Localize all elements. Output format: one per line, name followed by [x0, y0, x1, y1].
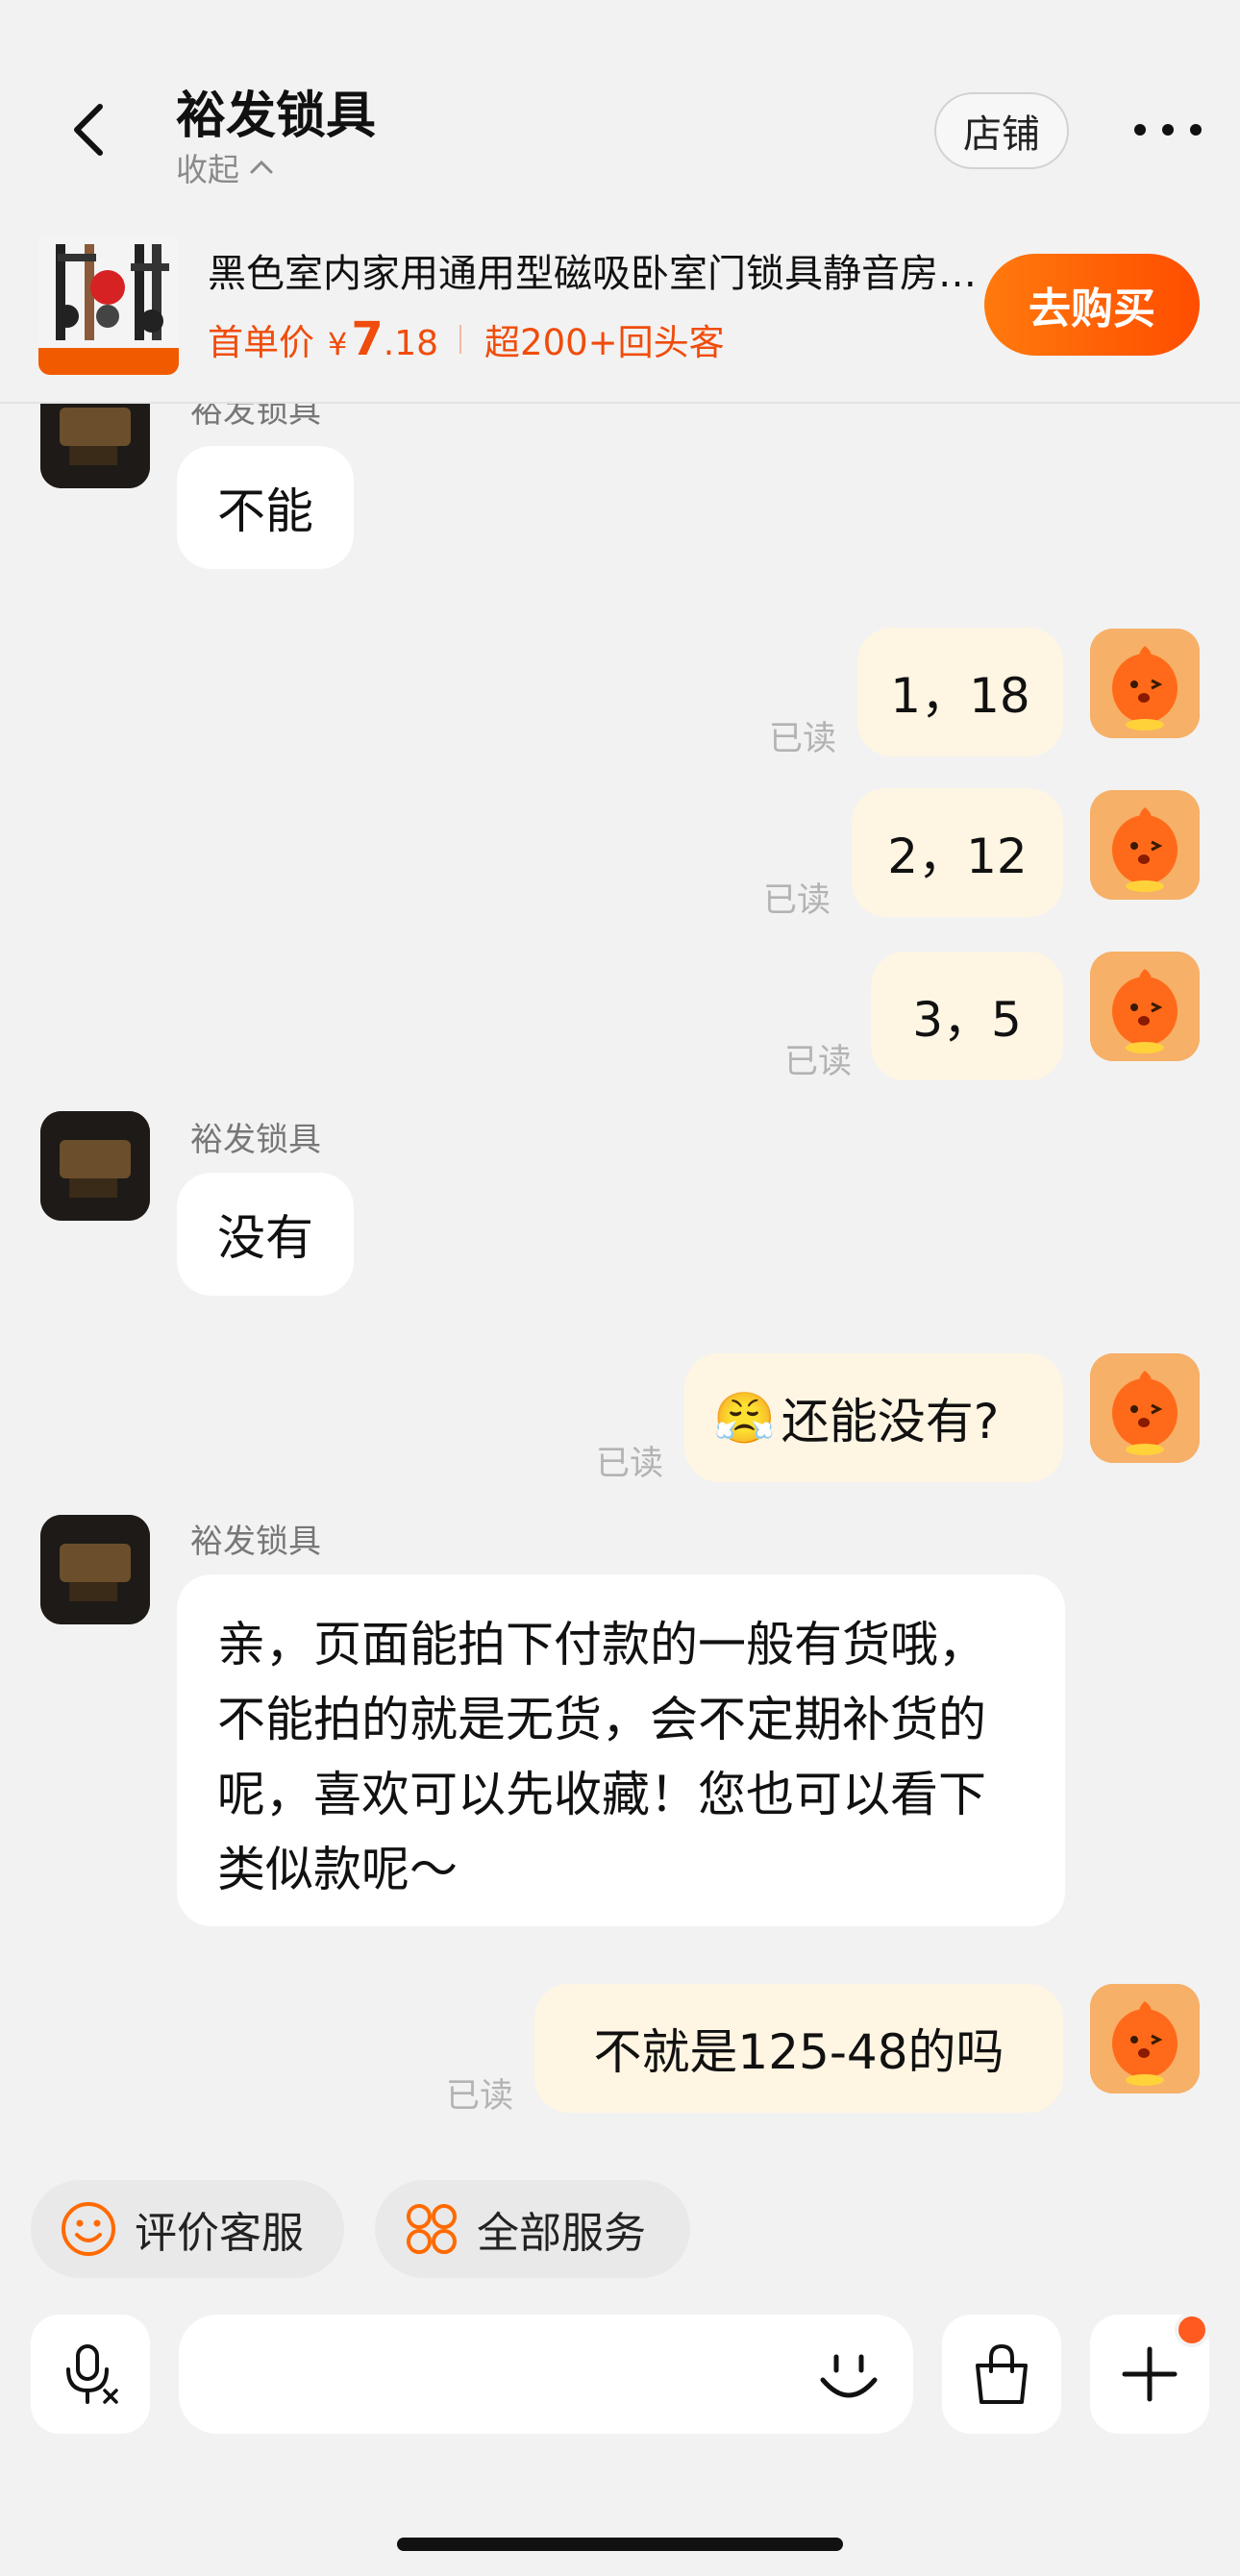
message-bubble-outgoing[interactable]: 不就是125-48的吗	[534, 1984, 1063, 2113]
voice-button[interactable]	[31, 2315, 150, 2434]
product-name[interactable]: 黑色室内家用通用型磁吸卧室门锁具静音房门锁	[208, 242, 977, 298]
shop-title: 裕发锁具	[176, 87, 377, 145]
collapse-label: 收起	[176, 151, 239, 188]
all-services-button[interactable]: 全部服务	[375, 2180, 690, 2278]
shop-avatar-image	[40, 1111, 150, 1221]
home-indicator	[397, 2538, 843, 2551]
message-bubble-incoming[interactable]: 没有	[177, 1173, 354, 1296]
message-bubble-incoming[interactable]: 亲，页面能拍下付款的一般有货哦，不能拍的就是无货，会不定期补货的呢，喜欢可以先收…	[177, 1574, 1065, 1926]
mascot-avatar-image	[1090, 952, 1200, 1061]
shop-avatar[interactable]	[40, 404, 150, 488]
more-dot-icon	[1134, 124, 1146, 136]
emoji-icon	[820, 2354, 878, 2398]
emoji-sticker: 😤	[713, 1389, 776, 1448]
emoji-button[interactable]	[807, 2334, 890, 2416]
shopping-bag-icon	[976, 2343, 1028, 2404]
plus-icon	[1122, 2346, 1178, 2402]
message-input[interactable]	[179, 2315, 913, 2434]
input-bar	[0, 2288, 1240, 2576]
sender-name: 裕发锁具	[190, 1523, 321, 1561]
my-avatar[interactable]	[1090, 952, 1200, 1061]
my-avatar[interactable]	[1090, 1984, 1200, 2093]
mascot-avatar-image	[1090, 1353, 1200, 1463]
message-bubble-incoming[interactable]: 不能	[177, 446, 354, 569]
collapse-toggle[interactable]: 收起	[176, 144, 274, 190]
sender-name: 裕发锁具	[190, 1121, 321, 1159]
shop-avatar[interactable]	[40, 1111, 150, 1221]
product-image	[38, 235, 179, 375]
mascot-avatar-image	[1090, 629, 1200, 738]
more-button[interactable]	[1134, 106, 1202, 154]
message-bubble-outgoing[interactable]: 1，18	[857, 628, 1063, 756]
price-label: 首单价	[208, 322, 314, 363]
sender-name: 裕发锁具	[190, 404, 321, 431]
price-decimal: .18	[383, 324, 439, 363]
read-receipt: 已读	[596, 1445, 664, 1483]
chevron-left-icon	[74, 104, 103, 156]
rate-service-button[interactable]: 评价客服	[31, 2180, 344, 2278]
chat-area[interactable]: 裕发锁具 不能 已读 1，18 已读 2，12 已读 3，5 裕发锁具 没有 已…	[0, 404, 1240, 2153]
back-button[interactable]	[60, 96, 117, 163]
rate-service-label: 评价客服	[135, 2209, 304, 2258]
product-thumbnail[interactable]	[38, 235, 179, 375]
message-bubble-outgoing[interactable]: 😤 还能没有?	[684, 1353, 1063, 1482]
my-avatar[interactable]	[1090, 1353, 1200, 1463]
all-services-label: 全部服务	[477, 2209, 646, 2258]
price-divider	[459, 325, 462, 354]
chat-header: 裕发锁具 收起 店铺 黑色室内家用通用型磁吸卧室门锁具静音房门锁 首单价 ¥ 7…	[0, 0, 1240, 404]
repeat-buyers: 超200+回头客	[484, 322, 725, 363]
read-receipt: 已读	[784, 1043, 853, 1081]
store-button[interactable]: 店铺	[934, 92, 1069, 169]
message-bubble-outgoing[interactable]: 3，5	[871, 952, 1063, 1080]
read-receipt: 已读	[769, 720, 837, 758]
shop-avatar-image	[40, 1515, 150, 1624]
message-text: 还能没有?	[781, 1394, 1000, 1449]
price-row: 首单价 ¥ 7 .18 超200+回头客	[208, 312, 725, 366]
chevron-up-icon	[250, 160, 273, 174]
more-dot-icon	[1190, 124, 1202, 136]
shopping-bag-button[interactable]	[942, 2315, 1061, 2434]
mascot-avatar-image	[1090, 1984, 1200, 2093]
shop-avatar-image	[40, 404, 150, 488]
shop-avatar[interactable]	[40, 1515, 150, 1624]
read-receipt: 已读	[763, 881, 831, 920]
message-bubble-outgoing[interactable]: 2，12	[852, 788, 1063, 917]
mascot-avatar-image	[1090, 790, 1200, 900]
my-avatar[interactable]	[1090, 790, 1200, 900]
price-integer: 7	[351, 312, 384, 366]
my-avatar[interactable]	[1090, 629, 1200, 738]
buy-button[interactable]: 去购买	[984, 254, 1200, 356]
voice-icon	[66, 2344, 118, 2404]
price-currency: ¥	[328, 326, 348, 362]
read-receipt: 已读	[446, 2077, 514, 2116]
services-icon	[407, 2204, 457, 2254]
smile-icon	[62, 2202, 115, 2256]
more-dot-icon	[1162, 124, 1174, 136]
notification-dot	[1175, 2313, 1209, 2347]
